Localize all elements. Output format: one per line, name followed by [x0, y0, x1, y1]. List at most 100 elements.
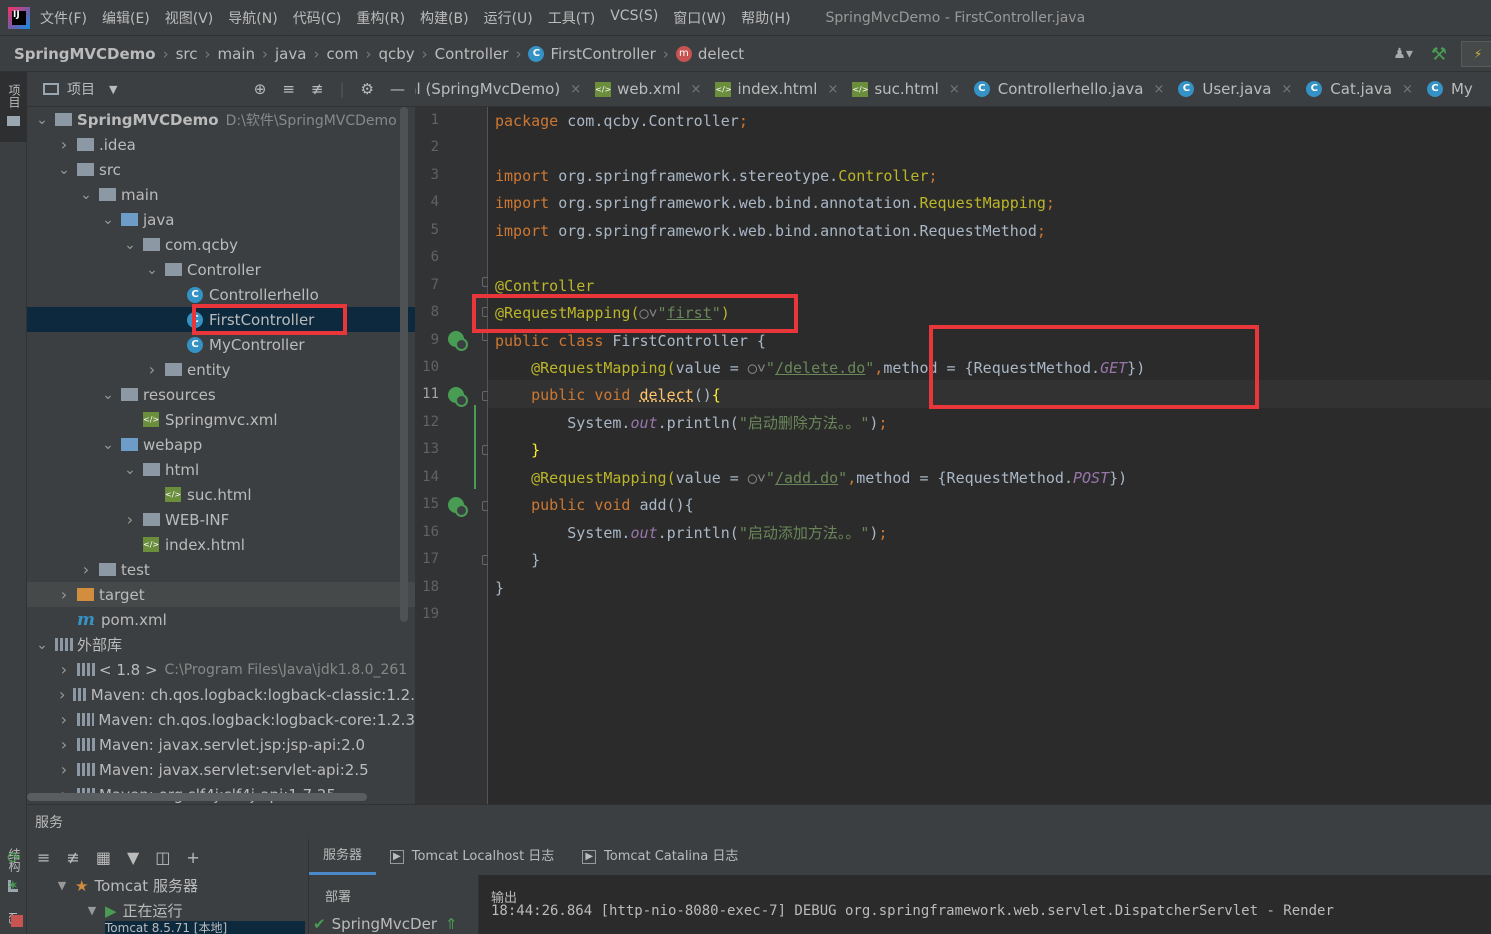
- menu-item[interactable]: 重构(R): [356, 8, 405, 28]
- tree-node[interactable]: ⌄ src: [27, 157, 415, 182]
- collapse-all-icon[interactable]: ≢: [66, 848, 79, 867]
- close-icon[interactable]: ×: [691, 82, 702, 97]
- breadcrumb-item[interactable]: C FirstController: [528, 45, 656, 63]
- menu-item[interactable]: 窗口(W): [673, 8, 726, 28]
- editor-tab[interactable]: C Controllerhello.java ×: [973, 80, 1164, 98]
- rerun-icon[interactable]: ⟳: [7, 848, 20, 867]
- tree-node[interactable]: ⌄ java: [27, 207, 415, 232]
- chevron-right-icon[interactable]: ›: [57, 710, 71, 729]
- menu-item[interactable]: VCS(S): [610, 8, 658, 28]
- close-icon[interactable]: ×: [1281, 82, 1292, 97]
- menu-item[interactable]: 文件(F): [40, 8, 87, 28]
- stop-icon[interactable]: [11, 915, 23, 927]
- editor-tab[interactable]: </> web.xml ×: [595, 80, 701, 98]
- tree-node[interactable]: C MyController: [27, 332, 415, 357]
- tree-node[interactable]: › WEB-INF: [27, 507, 415, 532]
- chevron-down-icon[interactable]: ⌄: [57, 162, 71, 178]
- chevron-down-icon[interactable]: ⌄: [101, 387, 115, 403]
- tree-node[interactable]: › .idea: [27, 132, 415, 157]
- tree-node[interactable]: ⌄ Controller: [27, 257, 415, 282]
- menu-item[interactable]: 构建(B): [420, 8, 469, 28]
- running-node[interactable]: ▼ ▶ 正在运行: [85, 898, 183, 923]
- chevron-down-icon[interactable]: ⌄: [101, 212, 115, 228]
- breadcrumb-item[interactable]: SpringMVCDemo: [14, 45, 156, 63]
- editor-tab[interactable]: </> index.html ×: [715, 80, 838, 98]
- run-config-icon[interactable]: ⚡: [1461, 41, 1491, 67]
- breadcrumb-item[interactable]: Controller: [435, 45, 509, 63]
- close-icon[interactable]: ×: [949, 82, 960, 97]
- tree-node[interactable]: ⌄ 外部库: [27, 632, 415, 657]
- tree-node[interactable]: </> Springmvc.xml: [27, 407, 415, 432]
- tree-node[interactable]: › < 1.8 > C:\Program Files\Java\jdk1.8.0_2…: [27, 657, 415, 682]
- deployment-item[interactable]: ✔ SpringMvcDer ⇑: [313, 915, 458, 933]
- editor-tab[interactable]: C Cat.java ×: [1306, 80, 1413, 98]
- tomcat-instance-node[interactable]: Tomcat 8.5.71 [本地]: [105, 921, 305, 934]
- close-icon[interactable]: ×: [570, 82, 581, 97]
- tree-node[interactable]: ⌄ main: [27, 182, 415, 207]
- spring-mapping-gutter-icon[interactable]: [448, 497, 468, 517]
- editor-tab[interactable]: C User.java ×: [1178, 80, 1292, 98]
- project-view-selector[interactable]: 项目 ▼: [43, 79, 117, 99]
- tree-node[interactable]: m pom.xml: [27, 607, 415, 632]
- output-console[interactable]: 输出 18:44:26.864 [http-nio-8080-exec-7] D…: [478, 875, 1491, 934]
- collapse-all-icon[interactable]: ≢: [311, 80, 324, 98]
- chevron-down-icon[interactable]: ⌄: [101, 437, 115, 453]
- chevron-down-icon[interactable]: ⌄: [79, 187, 93, 203]
- editor-tab[interactable]: C My: [1426, 80, 1473, 98]
- menu-item[interactable]: 运行(U): [484, 8, 533, 28]
- menu-item[interactable]: 导航(N): [228, 8, 277, 28]
- tree-node[interactable]: ⌄ com.qcby: [27, 232, 415, 257]
- close-icon[interactable]: ×: [1153, 82, 1164, 97]
- services-tab[interactable]: ▶ Tomcat Localhost 日志: [376, 839, 568, 875]
- build-hammer-icon[interactable]: ⚒: [1431, 44, 1447, 65]
- breadcrumb-item[interactable]: m delect: [675, 45, 744, 63]
- chevron-down-icon[interactable]: ⌄: [145, 262, 159, 278]
- chevron-right-icon[interactable]: ›: [57, 135, 71, 154]
- menu-item[interactable]: 编辑(E): [102, 8, 150, 28]
- services-tab[interactable]: 服务器: [309, 839, 377, 875]
- breadcrumb-item[interactable]: qcby: [378, 45, 414, 63]
- close-icon[interactable]: ×: [827, 82, 838, 97]
- tree-node[interactable]: › Maven: javax.servlet:servlet-api:2.5: [27, 757, 415, 782]
- debug-icon[interactable]: ✶: [7, 878, 19, 894]
- chevron-right-icon[interactable]: ›: [145, 360, 159, 379]
- tree-node[interactable]: › Maven: ch.qos.logback:logback-core:1.2.…: [27, 707, 415, 732]
- menu-item[interactable]: 帮助(H): [741, 8, 790, 28]
- locate-icon[interactable]: ⊕: [254, 80, 267, 98]
- breadcrumb-item[interactable]: src: [176, 45, 198, 63]
- services-tab[interactable]: ▶ Tomcat Catalina 日志: [568, 839, 752, 875]
- spring-mapping-gutter-icon[interactable]: [448, 387, 468, 407]
- tree-node[interactable]: </> suc.html: [27, 482, 415, 507]
- new-tab-icon[interactable]: ◫: [155, 848, 170, 867]
- chevron-right-icon[interactable]: ›: [123, 510, 137, 529]
- tree-node[interactable]: › test: [27, 557, 415, 582]
- breadcrumb-item[interactable]: main: [218, 45, 255, 63]
- breadcrumb-item[interactable]: com: [326, 45, 358, 63]
- code-editor[interactable]: package com.qcby.Controller; import org.…: [488, 107, 1491, 804]
- tree-node[interactable]: ⌄ html: [27, 457, 415, 482]
- editor-tab[interactable]: nl (SpringMvcDemo) ×: [415, 80, 581, 98]
- spring-bean-gutter-icon[interactable]: [448, 331, 468, 351]
- chevron-right-icon[interactable]: ›: [57, 585, 71, 604]
- tree-node[interactable]: › Maven: javax.servlet.jsp:jsp-api:2.0: [27, 732, 415, 757]
- tree-node[interactable]: ⌄ resources: [27, 382, 415, 407]
- gear-icon[interactable]: ⚙: [361, 80, 374, 98]
- chevron-down-icon[interactable]: ⌄: [123, 237, 137, 253]
- chevron-right-icon[interactable]: ›: [57, 660, 71, 679]
- chevron-right-icon[interactable]: ›: [57, 735, 71, 754]
- chevron-down-icon[interactable]: ⌄: [35, 112, 49, 128]
- tree-node[interactable]: </> index.html: [27, 532, 415, 557]
- group-icon[interactable]: ▦: [96, 848, 111, 867]
- editor-tab[interactable]: </> suc.html ×: [852, 80, 960, 98]
- menu-item[interactable]: 视图(V): [165, 8, 214, 28]
- add-icon[interactable]: +: [186, 848, 199, 867]
- tree-node[interactable]: › Maven: ch.qos.logback:logback-classic:1…: [27, 682, 415, 707]
- menu-item[interactable]: 工具(T): [548, 8, 595, 28]
- chevron-right-icon[interactable]: ›: [57, 760, 71, 779]
- close-icon[interactable]: ×: [1402, 82, 1413, 97]
- expand-all-icon[interactable]: ≡: [37, 848, 50, 867]
- tree-node[interactable]: › target: [27, 582, 415, 607]
- tree-node[interactable]: ⌄ SpringMVCDemo D:\软件\SpringMVCDemo: [27, 107, 415, 132]
- chevron-down-icon[interactable]: ⌄: [35, 637, 49, 653]
- menu-item[interactable]: 代码(C): [293, 8, 342, 28]
